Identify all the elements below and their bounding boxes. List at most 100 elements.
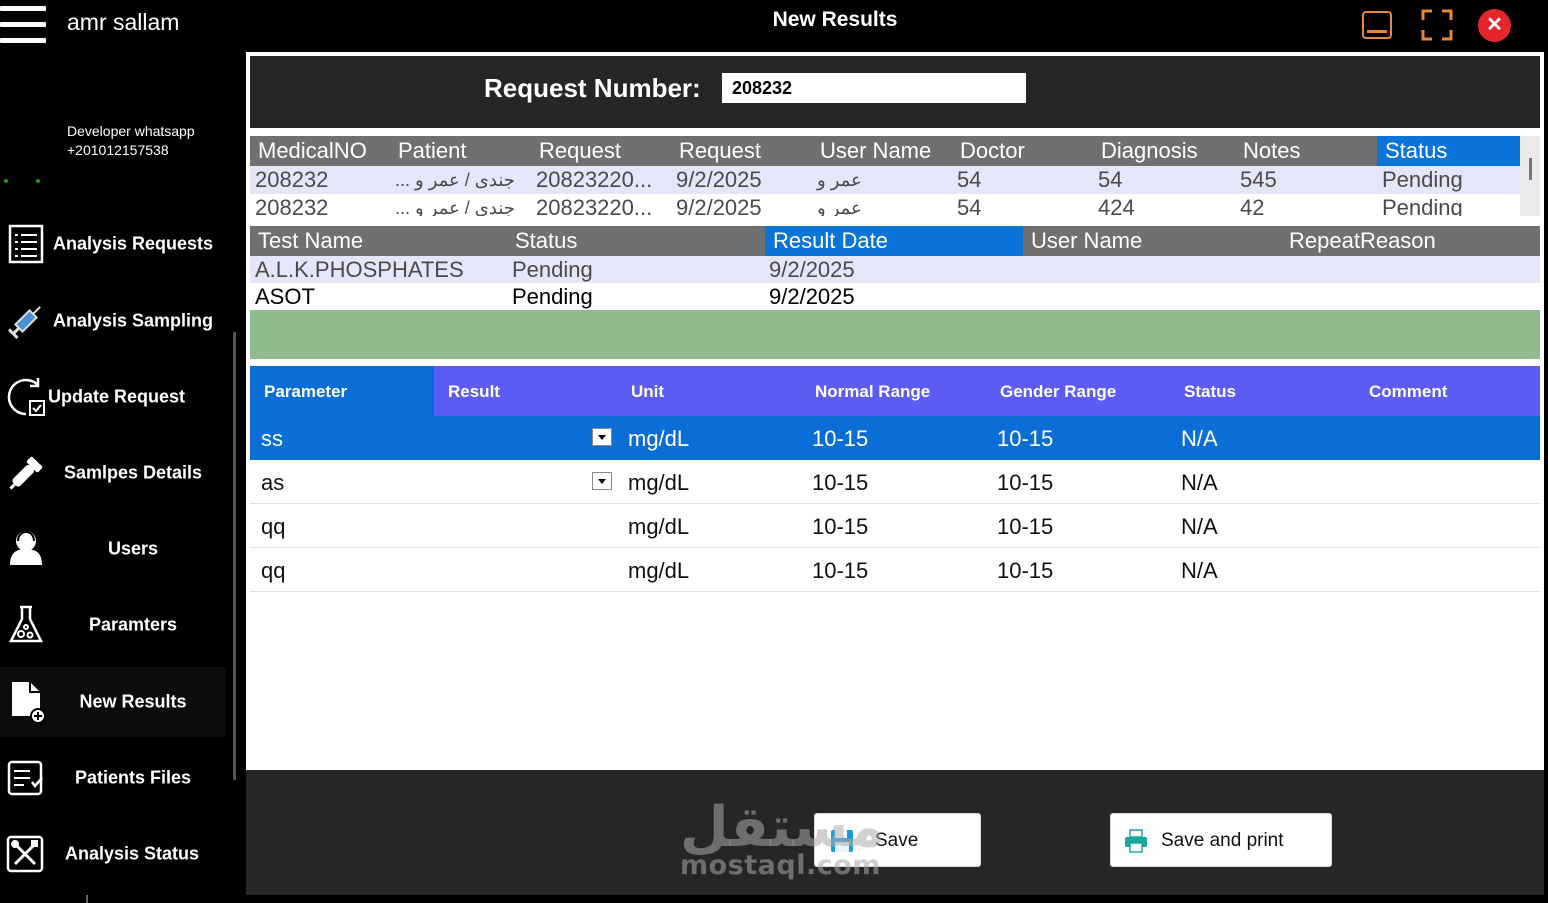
result-cell[interactable] <box>434 416 445 460</box>
developer-info: Developer whatsapp +201012157538 <box>67 122 195 160</box>
table-cell: ... جندى / عمر و <box>395 198 515 216</box>
requests-grid-scrollbar[interactable] <box>1520 136 1540 216</box>
column-header[interactable]: Request <box>531 136 672 166</box>
result-cell[interactable] <box>434 548 445 592</box>
parameter-cell: as <box>261 470 285 495</box>
divider <box>86 895 88 903</box>
column-header[interactable]: Comment <box>1355 366 1540 416</box>
result-dropdown-button[interactable] <box>592 428 612 446</box>
watermark-latin: mostaql.com <box>680 850 881 881</box>
parameter-cell: qq <box>261 558 286 583</box>
sidebar-item-users[interactable]: Users <box>0 514 226 584</box>
table-cell: 20823220... <box>536 167 653 192</box>
table-cell: A.L.K.PHOSPHATES <box>255 257 464 282</box>
title-bar: amr sallam New Results ✕ <box>0 0 1548 50</box>
flask-icon <box>8 605 44 643</box>
request-number-label: Request Number: <box>484 73 701 103</box>
table-cell: Pending <box>512 284 593 309</box>
normal-range-cell: 10-15 <box>812 426 869 451</box>
column-header[interactable]: Status <box>507 226 765 256</box>
column-header[interactable]: Result Date <box>765 226 1023 256</box>
table-row[interactable]: ss mg/dL 10-15 10-15 N/A <box>250 416 1540 460</box>
sidebar-item-patients-files[interactable]: Patients Files <box>0 743 226 813</box>
sidebar-item-analysis-sampling[interactable]: Analysis Sampling <box>0 286 226 356</box>
table-row[interactable]: A.L.K.PHOSPHATES Pending 9/2/2025 <box>250 256 1540 284</box>
table-cell: 54 <box>1098 167 1123 192</box>
column-header[interactable]: Gender Range <box>986 366 1170 416</box>
sidebar-item-label: Analysis Requests <box>52 233 214 254</box>
request-number-input[interactable] <box>722 73 1026 103</box>
table-row[interactable]: ASOT Pending 9/2/2025 <box>250 283 1540 310</box>
sidebar-item-update-request[interactable]: Update Request <box>0 362 226 432</box>
decoration-dots <box>4 179 40 183</box>
sidebar-item-samples-details[interactable]: Samlpes Details <box>0 438 226 508</box>
window-title: New Results <box>772 8 898 31</box>
column-header[interactable]: Status <box>1170 366 1354 416</box>
unit-cell: mg/dL <box>628 426 690 451</box>
column-header[interactable]: Diagnosis <box>1093 136 1234 166</box>
sidebar-item-analysis-status[interactable]: Analysis Status <box>0 819 226 889</box>
watermark: مستقل mostaql.com <box>680 795 885 885</box>
table-cell: 9/2/2025 <box>769 257 855 282</box>
comment-cell[interactable] <box>1355 416 1366 460</box>
scrollbar-thumb[interactable] <box>1529 158 1532 180</box>
result-cell[interactable] <box>434 460 445 504</box>
sidebar-scrollbar[interactable] <box>233 332 236 780</box>
column-header[interactable]: Status <box>1377 136 1520 166</box>
table-row[interactable]: qq mg/dL 10-15 10-15 N/A <box>250 548 1540 592</box>
table-row[interactable]: 208232 ... جندى / عمر و 20823220... 9/2/… <box>250 194 1520 216</box>
table-row[interactable]: 208232 ... جندى / عمر و 20823220... 9/2/… <box>250 166 1520 194</box>
gender-range-cell: 10-15 <box>997 426 1054 451</box>
sidebar-item-new-results[interactable]: New Results <box>0 667 226 737</box>
result-cell[interactable] <box>434 504 445 548</box>
column-header[interactable]: Patient <box>390 136 531 166</box>
column-header[interactable]: Doctor <box>952 136 1093 166</box>
sidebar-item-label: New Results <box>79 691 187 712</box>
table-row[interactable]: as mg/dL 10-15 10-15 N/A <box>250 460 1540 504</box>
sidebar-item-analysis-requests[interactable]: Analysis Requests <box>0 209 226 279</box>
save-and-print-button-label: Save and print <box>1161 830 1284 851</box>
minimize-icon <box>1362 11 1392 39</box>
comment-cell[interactable] <box>1355 504 1366 548</box>
requests-grid-header: MedicalNO Patient Request Request User N… <box>250 136 1520 166</box>
sidebar-item-label: Analysis Status <box>64 843 200 864</box>
close-button[interactable]: ✕ <box>1478 9 1511 42</box>
column-header[interactable]: Request <box>671 136 812 166</box>
column-header[interactable]: Normal Range <box>801 366 985 416</box>
tests-grid-header: Test Name Status Result Date User Name R… <box>250 226 1540 256</box>
status-cell: N/A <box>1181 514 1218 539</box>
column-header[interactable]: User Name <box>1023 226 1281 256</box>
tools-icon <box>6 835 44 873</box>
table-row[interactable]: qq mg/dL 10-15 10-15 N/A <box>250 504 1540 548</box>
maximize-button[interactable] <box>1420 8 1454 42</box>
printer-icon <box>1125 829 1147 853</box>
fullscreen-icon <box>1421 9 1453 41</box>
column-header[interactable]: Unit <box>617 366 801 416</box>
table-cell: عمر و <box>817 198 862 216</box>
column-header[interactable]: RepeatReason <box>1281 226 1540 256</box>
column-header[interactable]: User Name <box>812 136 953 166</box>
column-header[interactable]: Test Name <box>250 226 507 256</box>
developer-phone: +201012157538 <box>67 142 169 158</box>
sidebar-item-label: Patients Files <box>74 767 192 788</box>
gender-range-cell: 10-15 <box>997 514 1054 539</box>
list-icon <box>8 224 44 264</box>
sidebar-item-label: Paramters <box>88 614 178 635</box>
sidebar-item-parameters[interactable]: Paramters <box>0 590 226 660</box>
result-dropdown-button[interactable] <box>592 472 612 490</box>
minimize-button[interactable] <box>1360 8 1394 42</box>
comment-cell[interactable] <box>1355 548 1366 592</box>
table-cell: 9/2/2025 <box>676 167 762 192</box>
status-cell: N/A <box>1181 426 1218 451</box>
column-header[interactable]: Parameter <box>250 366 434 416</box>
save-and-print-button[interactable]: Save and print <box>1110 813 1332 867</box>
table-cell: Pending <box>1382 167 1463 192</box>
column-header[interactable]: MedicalNO <box>250 136 390 166</box>
table-cell: عمر و <box>817 170 862 190</box>
comment-cell[interactable] <box>1355 460 1366 504</box>
requests-grid: MedicalNO Patient Request Request User N… <box>250 136 1540 216</box>
sidebar-item-label: Analysis Sampling <box>52 310 214 331</box>
unit-cell: mg/dL <box>628 558 690 583</box>
column-header[interactable]: Notes <box>1235 136 1376 166</box>
column-header[interactable]: Result <box>434 366 618 416</box>
